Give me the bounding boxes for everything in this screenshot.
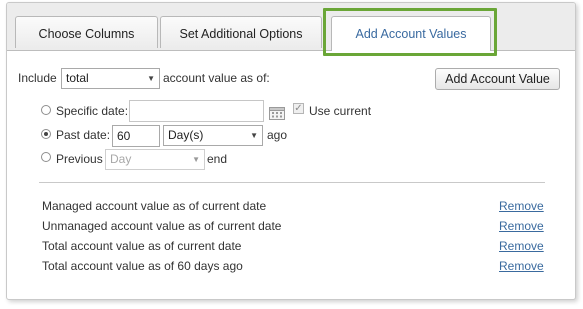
checkmark-icon: ✓ bbox=[294, 103, 303, 114]
use-current-label: Use current bbox=[309, 104, 372, 118]
list-item: Unmanaged account value as of current da… bbox=[42, 219, 282, 233]
past-date-radio[interactable] bbox=[41, 129, 51, 139]
past-date-unit-value: Day(s) bbox=[168, 128, 204, 142]
remove-link[interactable]: Remove bbox=[499, 239, 544, 253]
tab-set-additional-options[interactable]: Set Additional Options bbox=[160, 16, 322, 48]
calendar-icon[interactable] bbox=[269, 105, 285, 120]
specific-date-input[interactable] bbox=[129, 100, 264, 122]
tab-choose-columns[interactable]: Choose Columns bbox=[15, 16, 158, 48]
past-date-unit-select[interactable]: Day(s) ▼ bbox=[163, 125, 263, 146]
include-select[interactable]: total ▼ bbox=[61, 68, 160, 89]
ago-label: ago bbox=[267, 128, 288, 142]
tab-add-account-values[interactable]: Add Account Values bbox=[331, 16, 491, 51]
chevron-down-icon: ▼ bbox=[250, 131, 258, 140]
use-current-checkbox[interactable]: ✓ bbox=[293, 103, 304, 114]
specific-date-label: Specific date: bbox=[56, 104, 129, 118]
list-item: Managed account value as of current date bbox=[42, 199, 267, 213]
chevron-down-icon: ▼ bbox=[147, 74, 155, 83]
list-item: Total account value as of 60 days ago bbox=[42, 259, 243, 273]
add-account-value-button[interactable]: Add Account Value bbox=[435, 68, 560, 90]
previous-radio[interactable] bbox=[41, 152, 51, 162]
remove-link[interactable]: Remove bbox=[499, 219, 544, 233]
past-date-label: Past date: bbox=[56, 128, 111, 142]
remove-link[interactable]: Remove bbox=[499, 259, 544, 273]
specific-date-radio[interactable] bbox=[41, 105, 51, 115]
list-item: Total account value as of current date bbox=[42, 239, 242, 253]
previous-unit-select[interactable]: Day ▼ bbox=[105, 149, 205, 170]
as-of-label: account value as of: bbox=[163, 71, 270, 85]
include-label: Include bbox=[18, 71, 57, 85]
previous-unit-value: Day bbox=[110, 152, 132, 166]
chevron-down-icon: ▼ bbox=[192, 155, 200, 164]
end-label: end bbox=[207, 152, 228, 166]
past-date-amount-input[interactable] bbox=[112, 125, 160, 147]
tab-bar: Choose Columns Set Additional Options Ad… bbox=[7, 3, 575, 51]
dialog-panel: Choose Columns Set Additional Options Ad… bbox=[6, 2, 576, 300]
include-select-value: total bbox=[66, 71, 89, 85]
divider bbox=[39, 182, 545, 183]
previous-label: Previous bbox=[56, 152, 103, 166]
remove-link[interactable]: Remove bbox=[499, 199, 544, 213]
